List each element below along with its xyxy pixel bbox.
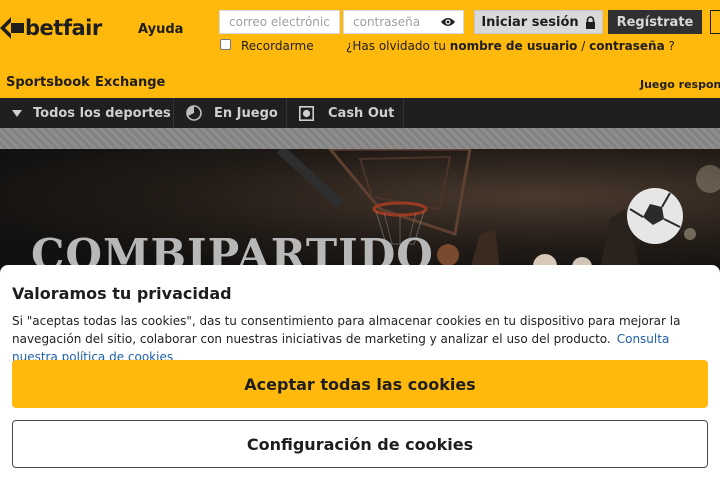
betfair-logo[interactable]: betfair <box>0 14 102 42</box>
cookie-consent-dialog: Valoramos tu privacidad Si "aceptas toda… <box>0 265 720 480</box>
betfair-arrow-icon <box>0 17 24 39</box>
hero-banner[interactable]: COMBIPARTIDO <box>0 149 720 269</box>
cookie-description: Si "aceptas todas las cookies", das tu c… <box>12 312 712 366</box>
nav-all-sports[interactable]: Todos los deportes <box>0 98 174 128</box>
accept-all-cookies-button[interactable]: Aceptar todas las cookies <box>12 360 708 408</box>
forgot-password-link[interactable]: contraseña <box>589 39 665 53</box>
remember-label: Recordarme <box>241 39 314 53</box>
forgot-credentials: ¿Has olvidado tu nombre de usuario / con… <box>346 39 675 53</box>
sports-nav: Todos los deportes En Juego Cash Out <box>0 98 720 128</box>
eye-icon[interactable] <box>440 16 456 28</box>
cookie-description-text: Si "aceptas todas las cookies", das tu c… <box>12 314 681 346</box>
hero-title: COMBIPARTIDO <box>31 230 434 269</box>
lock-icon <box>585 15 595 29</box>
caret-down-icon <box>12 109 22 117</box>
top-header: betfair Ayuda Iniciar sesión Regístrate … <box>0 0 720 98</box>
register-button[interactable]: Regístrate <box>608 10 702 34</box>
remember-me[interactable]: Recordarme <box>220 39 314 53</box>
forgot-username-link[interactable]: nombre de usuario <box>450 39 578 53</box>
clock-icon <box>186 105 202 121</box>
nav-all-sports-label: Todos los deportes <box>33 105 171 121</box>
remember-checkbox[interactable] <box>220 39 231 50</box>
login-button-label: Iniciar sesión <box>481 14 579 30</box>
help-link[interactable]: Ayuda <box>138 22 183 37</box>
tab-exchange[interactable]: Exchange <box>95 75 165 90</box>
nav-cash-out[interactable]: Cash Out <box>287 98 404 128</box>
nav-in-play-label: En Juego <box>214 105 278 121</box>
edge-control[interactable] <box>710 10 720 34</box>
tab-sportsbook[interactable]: Sportsbook <box>6 75 90 90</box>
cookie-settings-button[interactable]: Configuración de cookies <box>12 420 708 468</box>
forgot-prefix: ¿Has olvidado tu <box>346 39 450 53</box>
logo-text: betfair <box>25 16 102 40</box>
forgot-separator: / <box>577 39 590 53</box>
login-button[interactable]: Iniciar sesión <box>474 10 603 34</box>
cash-out-icon <box>299 105 314 121</box>
nav-cash-out-label: Cash Out <box>328 105 395 121</box>
promo-strip <box>0 128 720 149</box>
forgot-suffix: ? <box>664 39 675 53</box>
cookie-title: Valoramos tu privacidad <box>12 284 232 303</box>
email-input[interactable] <box>219 10 340 34</box>
responsible-gaming-link[interactable]: Juego responsable <box>640 78 720 91</box>
nav-in-play[interactable]: En Juego <box>174 98 287 128</box>
password-field <box>343 10 464 34</box>
